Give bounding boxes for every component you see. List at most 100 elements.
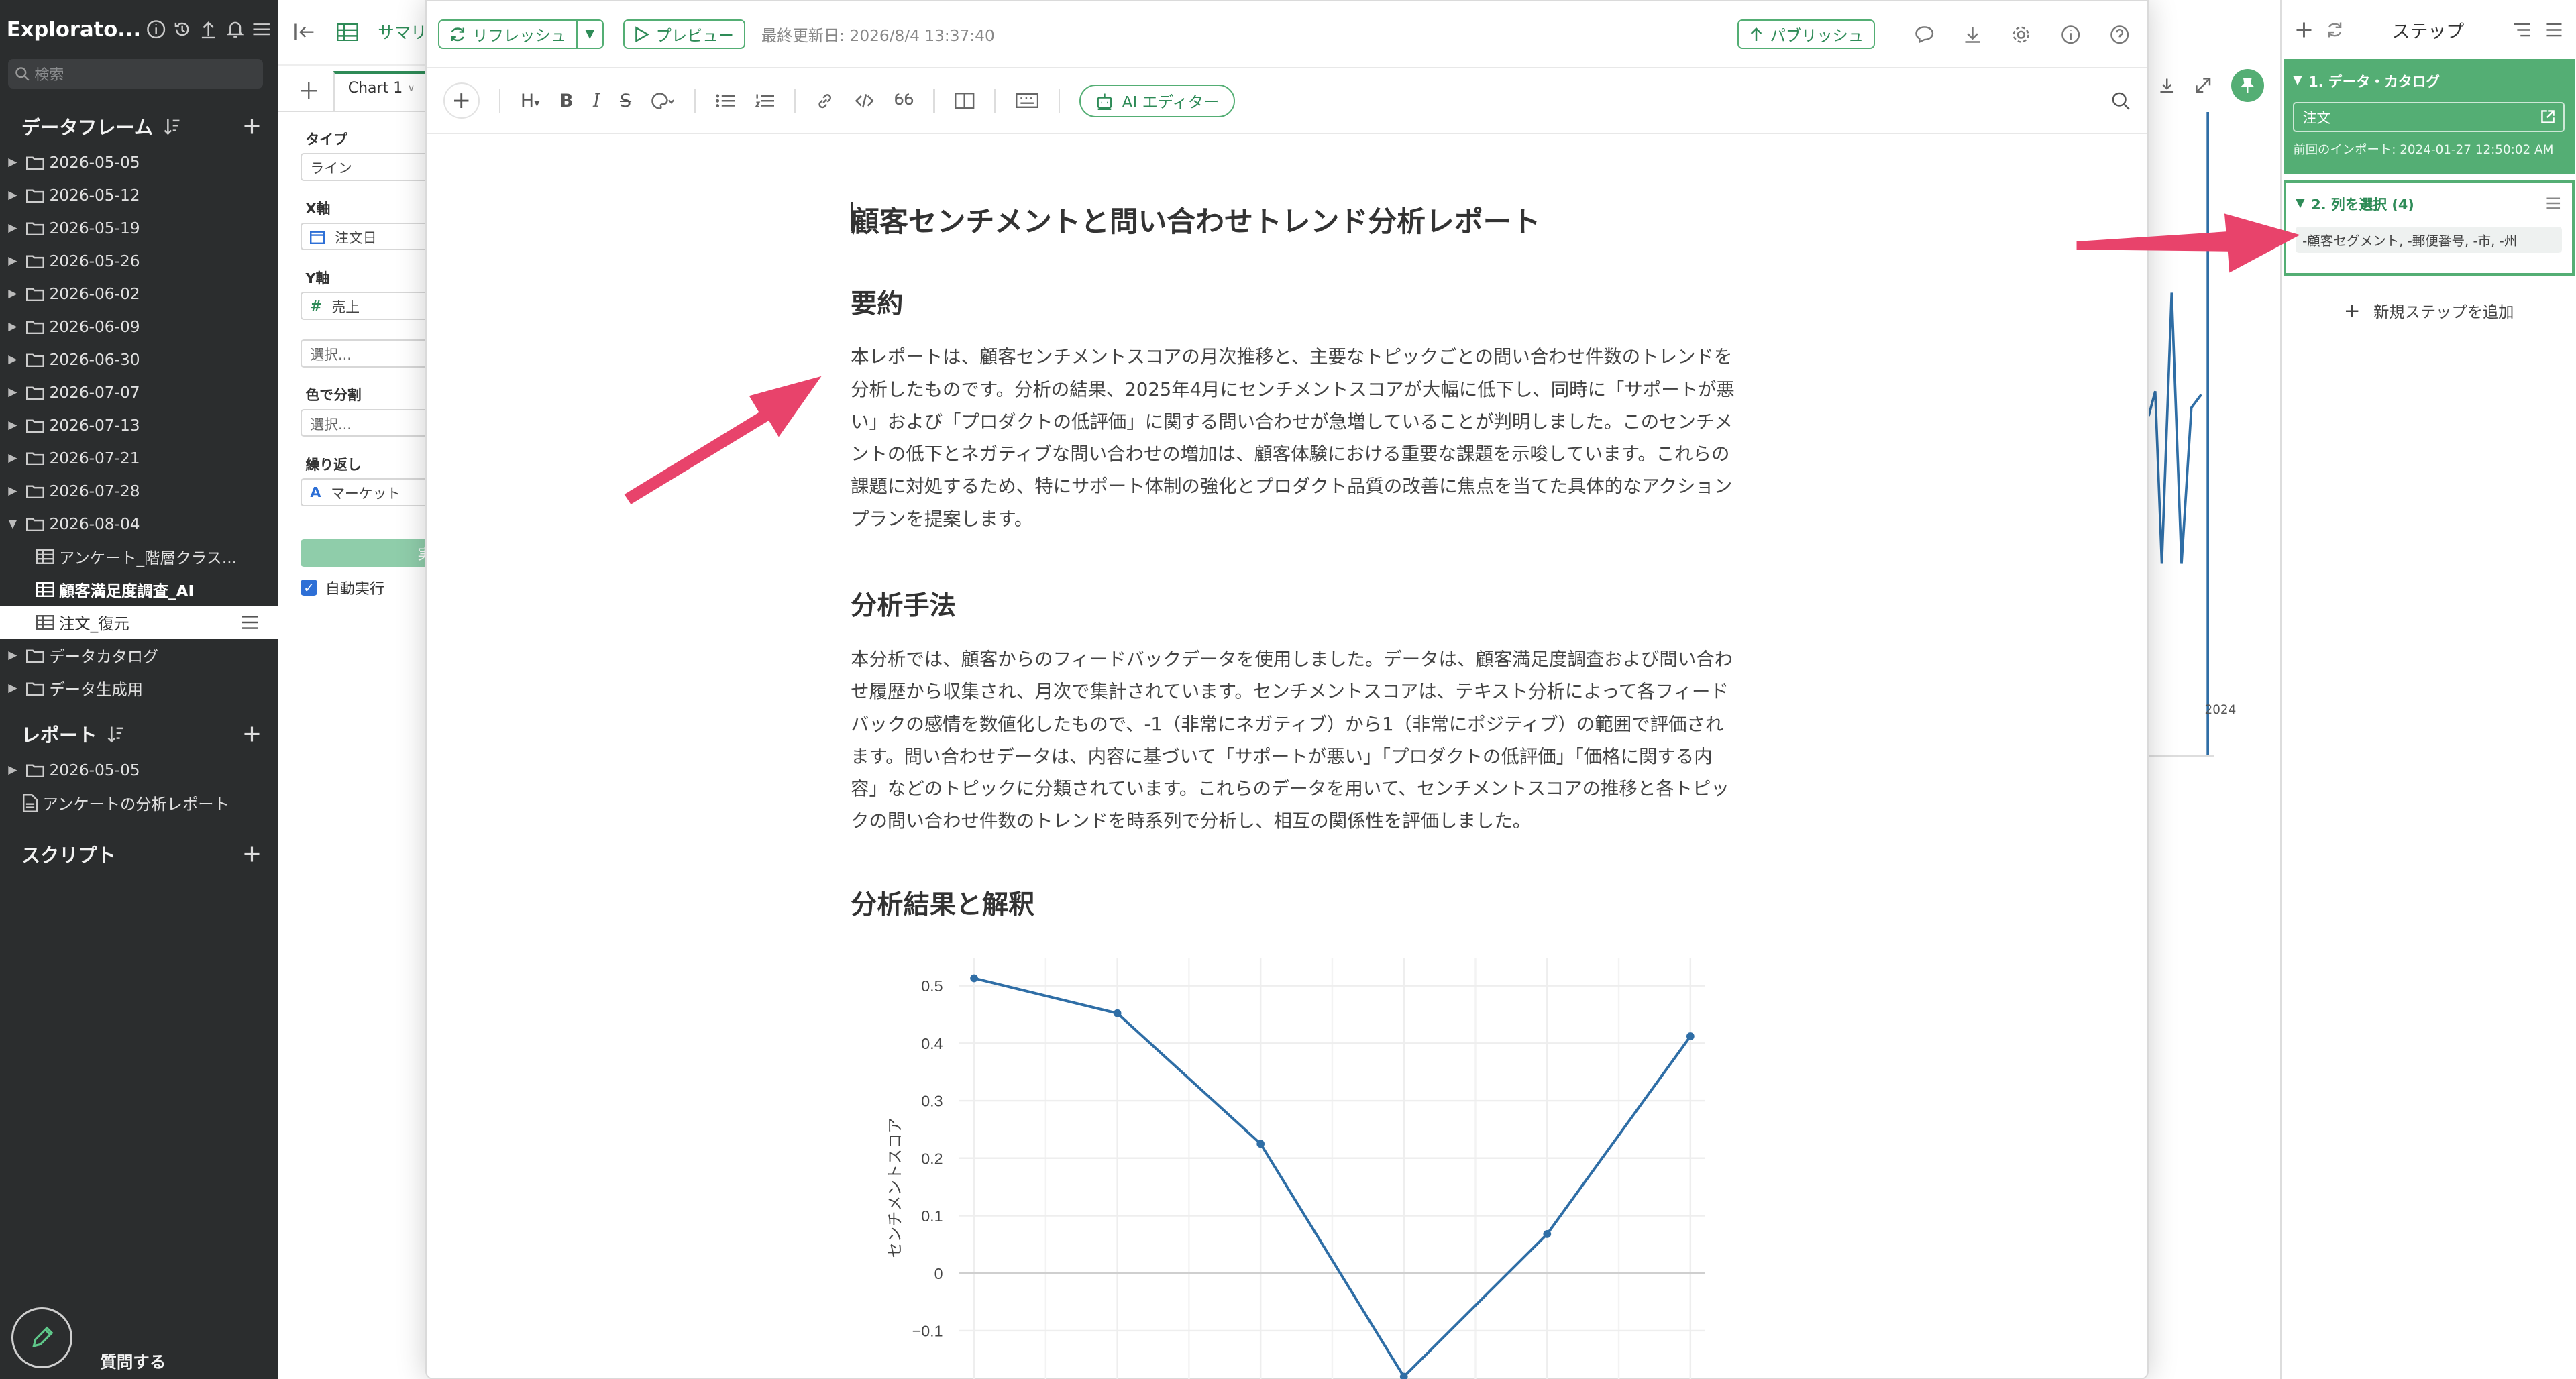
strikethrough-button[interactable]: S [620,91,631,111]
dataframe-item[interactable]: アンケート_階層クラス... [0,541,278,573]
dataframe-folder[interactable]: ▶ 2026-06-30 [0,343,278,376]
tree-item-label: 注文_復元 [59,614,129,633]
bell-icon[interactable] [225,19,245,39]
steps-header: ステップ [2282,0,2576,59]
publish-button[interactable]: パブリッシュ [1737,19,1875,50]
tree-item-label: 2026-05-26 [49,252,140,270]
tree-item-label: 2026-07-13 [49,416,140,435]
dataframe-folder[interactable]: ▶ データ生成用 [0,671,278,704]
bold-button[interactable]: B [559,91,574,111]
collapse-left-icon[interactable] [294,22,317,42]
chart-type-value: ライン [310,160,352,177]
document-body[interactable]: 顧客センチメントと問い合わせトレンド分析レポート 要約 本レポートは、顧客センチ… [851,136,1737,1379]
dataframe-folder[interactable]: ▶ 2026-05-05 [0,146,278,179]
step1-source[interactable]: 注文 [2293,102,2565,132]
sort-icon[interactable] [163,117,181,135]
quote-icon[interactable] [894,93,914,109]
dataframe-item[interactable]: 顧客満足度調査_AI [0,573,278,606]
italic-button[interactable]: I [593,91,600,111]
dataframe-item-selected[interactable]: 注文_復元 [0,606,278,639]
report-folder[interactable]: ▶ 2026-05-05 [0,754,278,787]
sort-icon[interactable] [107,725,125,743]
tree-item-label: 2026-05-12 [49,186,140,205]
add-icon[interactable] [2295,21,2313,39]
tree-item-label: 2026-07-07 [49,383,140,402]
pin-icon[interactable] [2231,68,2264,102]
add-step-button[interactable]: + 新規ステップを追加 [2282,299,2576,322]
menu-icon[interactable] [252,19,271,39]
dataframe-folder[interactable]: ▶ 2026-05-19 [0,212,278,245]
dataframe-folder[interactable]: ▶ 2026-07-28 [0,475,278,508]
sidebar-search[interactable]: 検索 [8,59,263,89]
dataframe-folder[interactable]: ▼ 2026-08-04 [0,508,278,541]
dataframe-folder[interactable]: ▶ データカタログ [0,639,278,671]
ai-editor-button[interactable]: AI エディター [1079,84,1236,117]
insert-block-button[interactable]: + [443,82,480,119]
add-script-icon[interactable] [243,845,261,863]
keyboard-icon[interactable] [1015,93,1039,109]
preview-button[interactable]: プレビュー [623,19,745,50]
dataframe-folder[interactable]: ▶ 2026-06-09 [0,311,278,343]
check-icon: ✓ [301,579,317,596]
dataframe-folder[interactable]: ▶ 2026-06-02 [0,278,278,311]
editor-header: リフレッシュ ▼ プレビュー 最終更新日: 2026/8/4 13:37:40 パ… [427,1,2148,69]
add-step-label: 新規ステップを追加 [2373,302,2514,321]
app-brand[interactable]: Explorato... [7,18,140,42]
chevron-down-icon: ▼ [2293,74,2302,88]
bg-chart-toolbar [2149,59,2280,111]
columns-icon[interactable] [955,93,975,109]
menu-icon[interactable] [2545,21,2563,39]
tab-chart-1[interactable]: Chart 1 ∨ [333,70,429,111]
add-report-icon[interactable] [243,725,261,743]
y-tick-label: 0.1 [921,1207,943,1225]
dataframe-folder[interactable]: ▶ 2026-07-07 [0,376,278,409]
search-icon[interactable] [2111,91,2131,111]
dataframe-folder[interactable]: ▶ 2026-07-21 [0,442,278,475]
y-tick-label: 0 [934,1265,943,1282]
number-icon: # [310,298,322,315]
numbered-list-icon[interactable] [754,93,775,109]
comment-icon[interactable] [1915,25,1934,44]
step-data-catalog[interactable]: ▼ 1. データ・カタログ 注文 前回のインポート: 2024-01-27 12:… [2283,59,2575,174]
dataframe-folder[interactable]: ▶ 2026-05-26 [0,245,278,278]
expand-icon[interactable] [2195,77,2211,93]
heading-button[interactable]: H▾ [521,91,540,111]
ask-button[interactable] [11,1307,72,1369]
add-dataframe-icon[interactable] [243,117,261,135]
menu-icon[interactable] [2545,196,2561,211]
info-icon[interactable] [2061,25,2080,44]
caret-down-icon[interactable]: ▼ [576,21,602,48]
add-chart-icon[interactable] [301,82,317,99]
upload-icon[interactable] [199,19,218,39]
step2-columns: -顧客セグメント, -郵便番号, -市, -州 [2296,226,2562,253]
info-icon[interactable] [146,19,166,39]
step-select-columns[interactable]: ▼ 2. 列を選択 (4) -顧客セグメント, -郵便番号, -市, -州 [2283,180,2575,276]
dataframe-folder[interactable]: ▶ 2026-07-13 [0,409,278,442]
gear-icon[interactable] [2011,25,2031,44]
tree-item-label: データカタログ [49,647,159,666]
download-icon[interactable] [1964,25,1982,44]
select-placeholder: 選択... [310,347,352,364]
step1-value: 注文 [2302,110,2331,127]
table-icon [36,614,54,630]
link-icon[interactable] [815,91,835,111]
help-icon[interactable] [2110,25,2129,44]
scripts-title: スクリプト [21,844,116,867]
external-link-icon[interactable] [2540,109,2555,124]
document-title: 顧客センチメントと問い合わせトレンド分析レポート [851,199,1737,240]
caret-right-icon: ▶ [8,763,17,777]
download-icon[interactable] [2159,77,2175,93]
summary-tab-partial[interactable]: サマリ [378,20,427,44]
refresh-icon[interactable] [2326,21,2344,39]
bullet-list-icon[interactable] [715,93,735,109]
history-icon[interactable] [172,19,192,39]
refresh-button[interactable]: リフレッシュ ▼ [438,19,604,50]
data-point [969,974,978,983]
menu-icon[interactable] [241,615,258,630]
dataframe-folder[interactable]: ▶ 2026-05-12 [0,179,278,212]
report-item[interactable]: アンケートの分析レポート [0,787,278,820]
code-icon[interactable] [855,93,874,109]
folder-icon [26,385,45,400]
hierarchy-icon[interactable] [2512,21,2532,39]
palette-icon[interactable] [651,92,674,110]
